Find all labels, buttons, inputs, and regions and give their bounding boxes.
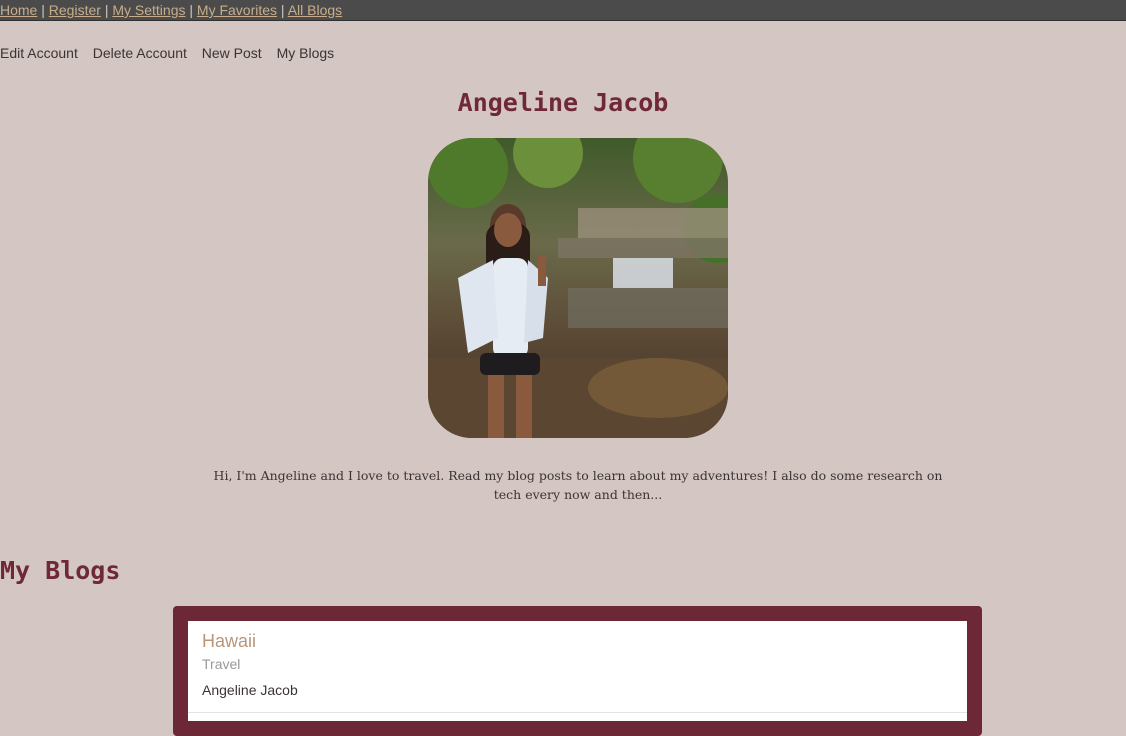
blog-author: Angeline Jacob xyxy=(202,682,298,698)
blog-title[interactable]: Hawaii xyxy=(202,631,256,652)
delete-account-link[interactable]: Delete Account xyxy=(93,45,187,61)
blog-category: Travel xyxy=(202,656,241,672)
card-divider xyxy=(188,712,967,713)
my-blogs-link[interactable]: My Blogs xyxy=(277,45,335,61)
edit-account-link[interactable]: Edit Account xyxy=(0,45,78,61)
profile-name: Angeline Jacob xyxy=(457,88,669,117)
nav-link-all-blogs[interactable]: All Blogs xyxy=(288,2,342,18)
account-actions-nav: Edit Account Delete Account New Post My … xyxy=(0,45,345,61)
my-blogs-heading: My Blogs xyxy=(0,556,121,585)
blog-card[interactable]: Hawaii Travel Angeline Jacob xyxy=(188,621,967,721)
nav-link-register[interactable]: Register xyxy=(49,2,101,18)
nav-separator: | xyxy=(104,2,109,18)
blog-list: Hawaii Travel Angeline Jacob xyxy=(173,606,982,736)
nav-link-my-favorites[interactable]: My Favorites xyxy=(197,2,277,18)
nav-separator: | xyxy=(280,2,285,18)
profile-photo xyxy=(428,138,728,438)
nav-separator: | xyxy=(41,2,45,18)
nav-link-my-settings[interactable]: My Settings xyxy=(112,2,185,18)
top-navigation-bar: Home | Register | My Settings | My Favor… xyxy=(0,0,1126,21)
profile-bio: Hi, I'm Angeline and I love to travel. R… xyxy=(213,468,943,502)
nav-link-home[interactable]: Home xyxy=(0,2,37,18)
new-post-link[interactable]: New Post xyxy=(202,45,262,61)
nav-separator: | xyxy=(189,2,194,18)
